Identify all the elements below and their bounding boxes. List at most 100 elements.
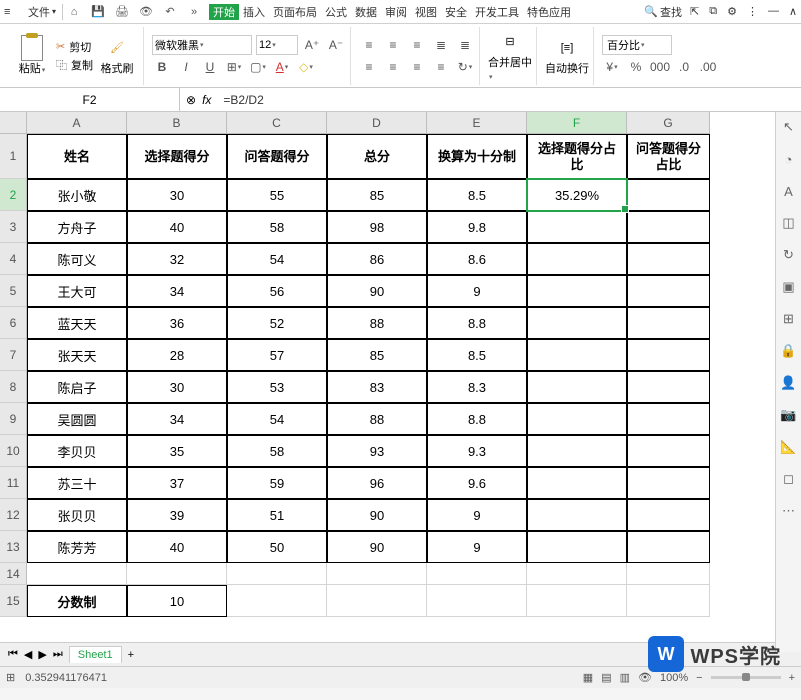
cell[interactable]: 35 — [127, 435, 227, 467]
cell[interactable]: 陈启子 — [27, 371, 127, 403]
save-icon[interactable]: 💾 — [91, 5, 105, 19]
font-size-select[interactable]: 12 — [256, 35, 298, 55]
add-sheet-icon[interactable]: + — [128, 649, 134, 661]
col-header[interactable]: E — [427, 112, 527, 134]
cell[interactable] — [627, 531, 710, 563]
cell[interactable]: 90 — [327, 275, 427, 307]
cell[interactable]: 8.8 — [427, 403, 527, 435]
cell[interactable] — [327, 585, 427, 617]
row-header[interactable]: 8 — [0, 371, 27, 403]
cell[interactable]: 9.6 — [427, 467, 527, 499]
cell[interactable]: 选择题得分占比 — [527, 134, 627, 179]
row-header[interactable]: 15 — [0, 585, 27, 617]
cell[interactable]: 54 — [227, 403, 327, 435]
cell[interactable]: 选择题得分 — [127, 134, 227, 179]
increase-decimal-icon[interactable]: .0 — [674, 57, 694, 77]
col-header[interactable]: C — [227, 112, 327, 134]
cell[interactable]: 总分 — [327, 134, 427, 179]
cell[interactable]: 40 — [127, 211, 227, 243]
cell[interactable]: 88 — [327, 307, 427, 339]
cell[interactable]: 88 — [327, 403, 427, 435]
indent-left-icon[interactable]: ≣ — [431, 35, 451, 55]
cell[interactable]: 苏三十 — [27, 467, 127, 499]
name-box[interactable]: F2 — [0, 88, 180, 111]
cell[interactable] — [227, 585, 327, 617]
row-header[interactable]: 5 — [0, 275, 27, 307]
italic-button[interactable]: I — [176, 57, 196, 77]
pin-icon[interactable]: ⧉ — [709, 5, 717, 18]
row-header[interactable]: 13 — [0, 531, 27, 563]
background-icon[interactable]: ◫ — [780, 214, 798, 232]
bold-button[interactable]: B — [152, 57, 172, 77]
cell[interactable]: 83 — [327, 371, 427, 403]
font-name-select[interactable]: 微软雅黑 — [152, 35, 252, 55]
cell[interactable] — [627, 371, 710, 403]
row-header[interactable]: 3 — [0, 211, 27, 243]
cell[interactable]: 57 — [227, 339, 327, 371]
cell[interactable]: 9.8 — [427, 211, 527, 243]
cell[interactable] — [627, 275, 710, 307]
cell[interactable] — [27, 563, 127, 585]
number-format-select[interactable]: 百分比 — [602, 35, 672, 55]
cell[interactable]: 85 — [327, 179, 427, 211]
align-left-icon[interactable]: ≡ — [359, 57, 379, 77]
settings-icon[interactable]: ⚙ — [727, 5, 737, 18]
cell[interactable]: 58 — [227, 211, 327, 243]
preview-icon[interactable]: 👁 — [139, 5, 153, 19]
cell[interactable]: 8.3 — [427, 371, 527, 403]
chevron-icon[interactable]: ∧ — [789, 5, 797, 18]
cell[interactable] — [327, 563, 427, 585]
cell[interactable] — [527, 467, 627, 499]
help-icon[interactable]: ⋮ — [747, 5, 758, 18]
cell[interactable]: 张贝贝 — [27, 499, 127, 531]
ruler-icon[interactable]: 📐 — [780, 438, 798, 456]
cell[interactable]: 36 — [127, 307, 227, 339]
last-sheet-icon[interactable]: ⏭ — [53, 648, 63, 661]
cell[interactable]: 52 — [227, 307, 327, 339]
cell[interactable] — [527, 435, 627, 467]
tab-special[interactable]: 特色应用 — [523, 4, 575, 20]
cell[interactable]: 28 — [127, 339, 227, 371]
cell[interactable]: 张天天 — [27, 339, 127, 371]
cell[interactable] — [627, 563, 710, 585]
cell[interactable]: 蓝天天 — [27, 307, 127, 339]
text-a-icon[interactable]: A — [780, 182, 798, 200]
cell[interactable]: 58 — [227, 435, 327, 467]
clipboard-icon[interactable]: ◻ — [780, 470, 798, 488]
comma-icon[interactable]: 000 — [650, 57, 670, 77]
orientation-icon[interactable]: ↻ — [455, 57, 475, 77]
cell[interactable] — [627, 339, 710, 371]
first-sheet-icon[interactable]: ⏮ — [8, 648, 18, 661]
cell-active[interactable]: 35.29% — [527, 179, 627, 211]
paste-button[interactable]: 粘贴 — [10, 28, 54, 84]
cell[interactable]: 34 — [127, 275, 227, 307]
cell[interactable]: 85 — [327, 339, 427, 371]
more-tools-icon[interactable]: ⋯ — [780, 502, 798, 520]
zoom-level[interactable]: 100% — [660, 672, 688, 684]
cell[interactable]: 王大可 — [27, 275, 127, 307]
cell[interactable] — [527, 531, 627, 563]
cell[interactable] — [527, 403, 627, 435]
zoom-out-icon[interactable]: − — [696, 672, 702, 684]
cell[interactable]: 换算为十分制 — [427, 134, 527, 179]
cell[interactable]: 分数制 — [27, 585, 127, 617]
row-header[interactable]: 10 — [0, 435, 27, 467]
cursor-icon[interactable]: ↖ — [780, 118, 798, 136]
copy-button[interactable]: ⿻复制 — [56, 57, 93, 73]
cell[interactable]: 39 — [127, 499, 227, 531]
cell[interactable]: 55 — [227, 179, 327, 211]
col-header[interactable]: A — [27, 112, 127, 134]
print-icon[interactable]: 🖨 — [115, 5, 129, 19]
justify-icon[interactable]: ≡ — [431, 57, 451, 77]
row-header[interactable]: 12 — [0, 499, 27, 531]
cell[interactable]: 问答题得分占比 — [627, 134, 710, 179]
row-header[interactable]: 6 — [0, 307, 27, 339]
cell[interactable] — [527, 371, 627, 403]
align-right-icon[interactable]: ≡ — [407, 57, 427, 77]
refresh-icon[interactable]: ↻ — [780, 246, 798, 264]
hamburger-icon[interactable]: ≡ — [4, 6, 20, 18]
align-top-icon[interactable]: ≡ — [359, 35, 379, 55]
row-header[interactable]: 14 — [0, 563, 27, 585]
currency-icon[interactable]: ¥ — [602, 57, 622, 77]
cell[interactable]: 50 — [227, 531, 327, 563]
